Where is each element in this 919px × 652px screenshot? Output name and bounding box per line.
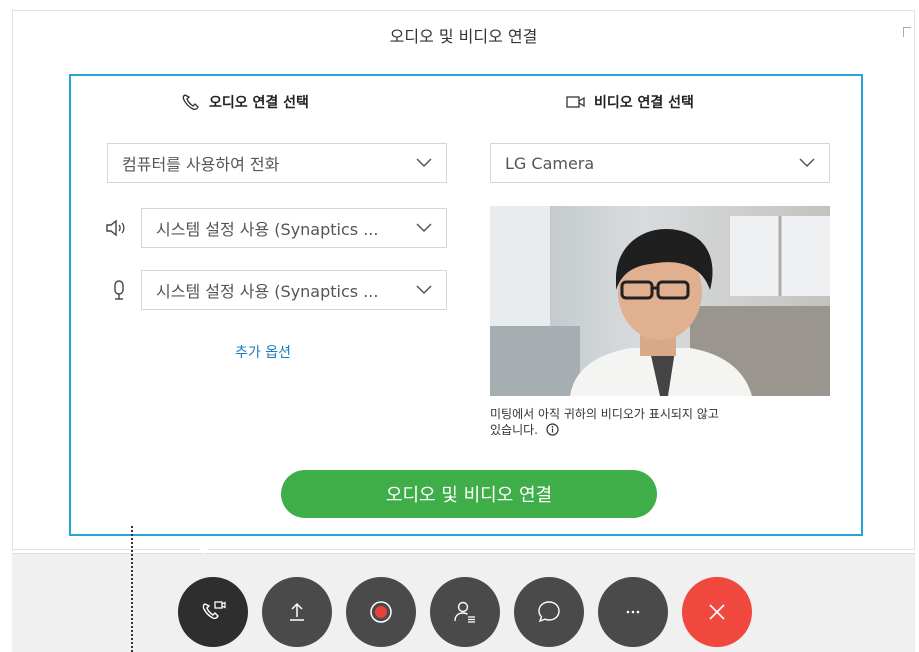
chat-icon [538, 601, 560, 623]
camera-value: LG Camera [505, 153, 595, 173]
popover-pointer [190, 540, 218, 554]
video-preview-note: 미팅에서 아직 귀하의 비디오가 표시되지 않고 있습니다. [490, 406, 830, 438]
video-heading: 비디오 연결 선택 [566, 92, 694, 112]
dialog-title: 오디오 및 비디오 연결 [389, 27, 538, 46]
more-icon [626, 610, 640, 614]
share-button[interactable] [262, 577, 332, 647]
audio-heading-label: 오디오 연결 선택 [209, 95, 309, 111]
participants-icon [454, 601, 475, 623]
video-camera-icon [566, 96, 585, 108]
connection-panel: 오디오 연결 선택 컴퓨터를 사용하여 전화 시스템 설정 사용 (Synapt… [69, 74, 863, 536]
speaker-select[interactable]: 시스템 설정 사용 (Synaptics ... [141, 208, 447, 248]
video-preview [490, 206, 830, 396]
audio-heading: 오디오 연결 선택 [181, 92, 309, 112]
video-preview-image [490, 206, 830, 396]
chat-button[interactable] [514, 577, 584, 647]
phone-icon [182, 94, 199, 110]
speaker-icon [106, 219, 125, 237]
chevron-down-icon [416, 223, 432, 233]
dotted-guide-line [131, 526, 133, 652]
audio-source-select[interactable]: 컴퓨터를 사용하여 전화 [107, 143, 447, 183]
participants-button[interactable] [430, 577, 500, 647]
chevron-down-icon [416, 158, 432, 168]
video-heading-label: 비디오 연결 선택 [594, 95, 694, 111]
info-icon[interactable] [546, 423, 559, 436]
preview-note-line2: 있습니다. [490, 423, 538, 437]
chevron-down-icon [799, 158, 815, 168]
speaker-value: 시스템 설정 사용 (Synaptics ... [156, 220, 379, 239]
more-button[interactable] [598, 577, 668, 647]
chevron-down-icon [416, 285, 432, 295]
record-icon [370, 601, 392, 623]
close-icon [709, 604, 725, 620]
audio-source-value: 컴퓨터를 사용하여 전화 [122, 155, 280, 174]
phone-video-icon [202, 601, 226, 620]
preview-note-line1: 미팅에서 아직 귀하의 비디오가 표시되지 않고 [490, 407, 719, 421]
audio-video-toolbar-button[interactable] [178, 577, 248, 647]
share-upload-icon [290, 602, 304, 621]
window-edge-mark [903, 27, 911, 37]
more-options-link[interactable]: 추가 옵션 [235, 342, 291, 362]
record-button[interactable] [346, 577, 416, 647]
microphone-select[interactable]: 시스템 설정 사용 (Synaptics ... [141, 270, 447, 310]
leave-button[interactable] [682, 577, 752, 647]
microphone-value: 시스템 설정 사용 (Synaptics ... [156, 282, 379, 301]
camera-select[interactable]: LG Camera [490, 143, 830, 183]
connect-audio-video-button[interactable]: 오디오 및 비디오 연결 [281, 470, 657, 518]
microphone-icon [114, 280, 124, 300]
audio-video-dialog: 오디오 및 비디오 연결 오디오 연결 선택 컴퓨터를 사용하여 전화 시스템 … [12, 10, 915, 550]
